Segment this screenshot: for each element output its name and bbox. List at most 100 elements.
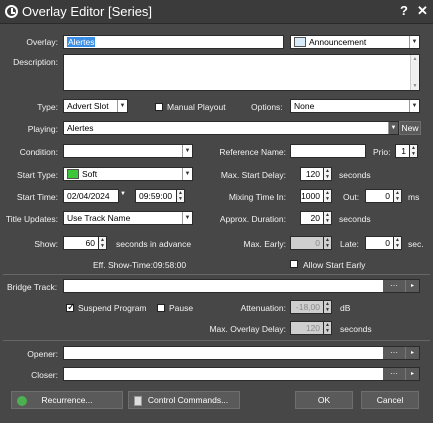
category-color-swatch bbox=[294, 37, 306, 47]
playing-label: Playing: bbox=[27, 124, 58, 134]
start-time-input[interactable]: 09:59:00 bbox=[135, 189, 177, 203]
control-commands-button-label: Control Commands... bbox=[147, 395, 229, 405]
attenuation-input[interactable]: -18,00 bbox=[290, 300, 324, 314]
attenuation-unit: dB bbox=[340, 303, 351, 313]
control-commands-button[interactable]: Control Commands... bbox=[128, 391, 240, 409]
prio-spinner[interactable]: ▲ ▼ bbox=[410, 144, 418, 158]
mixing-time-in-spinner[interactable]: ▲ ▼ bbox=[324, 189, 332, 203]
close-button[interactable]: ✕ bbox=[417, 3, 428, 19]
mixing-time-in-input[interactable]: 1000 bbox=[300, 189, 324, 203]
pause-checkbox[interactable] bbox=[157, 304, 165, 312]
show-suffix: seconds in advance bbox=[116, 239, 192, 249]
condition-label: Condition: bbox=[19, 147, 58, 157]
type-value: Advert Slot bbox=[67, 101, 109, 111]
max-early-label: Max. Early: bbox=[243, 239, 286, 249]
document-icon bbox=[134, 396, 142, 406]
play-arrow-icon[interactable]: ▸ bbox=[405, 280, 419, 292]
condition-select[interactable]: ▼ bbox=[63, 144, 193, 158]
play-arrow-icon[interactable]: ▸ bbox=[405, 347, 419, 359]
reference-name-label: Reference Name: bbox=[219, 147, 286, 157]
options-select[interactable]: None ▼ bbox=[290, 99, 420, 113]
divider bbox=[3, 340, 430, 341]
late-input[interactable]: 0 bbox=[365, 236, 394, 250]
mixing-out-label: Out: bbox=[343, 192, 360, 202]
approx-duration-spinner[interactable]: ▲ ▼ bbox=[324, 211, 332, 225]
show-spinner[interactable]: ▲ ▼ bbox=[99, 236, 107, 250]
recurrence-button[interactable]: Recurrence... bbox=[11, 391, 123, 409]
late-spinner[interactable]: ▲ ▼ bbox=[394, 236, 402, 250]
chevron-down-icon: ▼ bbox=[117, 100, 127, 112]
suspend-program-checkbox[interactable] bbox=[66, 302, 75, 313]
playing-value: Alertes bbox=[67, 123, 94, 133]
attenuation-label: Attenuation: bbox=[240, 303, 286, 313]
max-overlay-delay-input[interactable]: 120 bbox=[290, 321, 324, 335]
overlay-editor-window: Overlay Editor [Series] ? ✕ Overlay: Ale… bbox=[0, 0, 433, 423]
description-scrollbar[interactable]: ▲ ▼ bbox=[410, 55, 419, 90]
opener-input[interactable]: ··· ▸ bbox=[63, 346, 420, 360]
cancel-button[interactable]: Cancel bbox=[361, 391, 419, 409]
suspend-program-label: Suspend Program bbox=[78, 303, 147, 313]
start-type-label: Start Type: bbox=[17, 170, 58, 180]
show-input[interactable]: 60 bbox=[63, 236, 99, 250]
allow-start-early-checkbox[interactable] bbox=[290, 260, 298, 268]
max-overlay-delay-spinner[interactable]: ▲ ▼ bbox=[324, 321, 332, 335]
clock-icon bbox=[5, 5, 18, 18]
help-button[interactable]: ? bbox=[400, 3, 408, 18]
prio-input[interactable]: 1 bbox=[395, 144, 410, 158]
allow-start-early-label: Allow Start Early bbox=[303, 260, 366, 270]
title-updates-select[interactable]: Use Track Name ▼ bbox=[63, 211, 193, 225]
play-arrow-icon[interactable]: ▸ bbox=[405, 368, 419, 380]
opener-label: Opener: bbox=[27, 349, 58, 359]
max-start-delay-input[interactable]: 120 bbox=[300, 167, 324, 181]
date-picker-icon[interactable]: ▼ bbox=[120, 191, 126, 197]
title-updates-value: Use Track Name bbox=[67, 213, 131, 223]
overlay-name-input[interactable]: Alertes bbox=[63, 35, 284, 49]
start-type-color-swatch bbox=[67, 169, 79, 179]
start-time-spinner[interactable]: ▲ ▼ bbox=[177, 189, 185, 203]
title-bar: Overlay Editor [Series] ? ✕ bbox=[0, 0, 433, 24]
chevron-down-icon: ▼ bbox=[409, 36, 419, 48]
start-type-value: Soft bbox=[82, 169, 98, 179]
bridge-track-label: Bridge Track: bbox=[7, 282, 58, 292]
mixing-out-input[interactable]: 0 bbox=[365, 189, 394, 203]
approx-duration-input[interactable]: 20 bbox=[300, 211, 324, 225]
pause-label: Pause bbox=[169, 303, 194, 313]
browse-ellipsis-icon[interactable]: ··· bbox=[383, 280, 405, 292]
browse-ellipsis-icon[interactable]: ··· bbox=[383, 347, 405, 359]
description-label: Description: bbox=[13, 57, 58, 67]
eff-show-time-value: 09:58:00 bbox=[153, 260, 187, 270]
start-date-input[interactable]: 02/04/2024 bbox=[63, 189, 119, 203]
type-select[interactable]: Advert Slot ▼ bbox=[63, 99, 128, 113]
max-start-delay-spinner[interactable]: ▲ ▼ bbox=[324, 167, 332, 181]
overlay-category-value: Announcement bbox=[309, 37, 367, 47]
new-playing-button[interactable]: New bbox=[399, 121, 421, 135]
max-start-delay-label: Max. Start Delay: bbox=[220, 170, 286, 180]
max-overlay-delay-unit: seconds bbox=[340, 324, 372, 334]
overlay-category-select[interactable]: Announcement ▼ bbox=[290, 35, 420, 49]
max-overlay-delay-label: Max. Overlay Delay: bbox=[209, 324, 286, 334]
max-early-spinner[interactable]: ▲ ▼ bbox=[324, 236, 332, 250]
max-early-input[interactable]: 0 bbox=[290, 236, 324, 250]
start-type-select[interactable]: Soft ▼ bbox=[63, 167, 193, 181]
manual-playout-label: Manual Playout bbox=[167, 102, 226, 112]
reference-name-input[interactable] bbox=[290, 144, 366, 158]
playing-select[interactable]: Alertes ▼ bbox=[63, 121, 399, 135]
browse-ellipsis-icon[interactable]: ··· bbox=[383, 368, 405, 380]
closer-input[interactable]: ··· ▸ bbox=[63, 367, 420, 381]
title-updates-label: Title Updates: bbox=[5, 214, 58, 224]
window-title: Overlay Editor [Series] bbox=[22, 4, 153, 19]
bridge-track-input[interactable]: ··· ▸ bbox=[63, 279, 420, 293]
attenuation-spinner[interactable]: ▲ ▼ bbox=[324, 300, 332, 314]
late-unit: sec. bbox=[408, 239, 424, 249]
ok-button[interactable]: OK bbox=[295, 391, 353, 409]
mixing-out-spinner[interactable]: ▲ ▼ bbox=[394, 189, 402, 203]
overlay-label: Overlay: bbox=[26, 37, 58, 47]
manual-playout-checkbox[interactable] bbox=[155, 103, 163, 111]
description-textarea[interactable]: ▲ ▼ bbox=[63, 54, 420, 91]
options-value: None bbox=[294, 101, 315, 111]
approx-duration-label: Approx. Duration: bbox=[219, 214, 286, 224]
eff-show-time-label: Eff. Show-Time: bbox=[93, 260, 153, 270]
mixing-unit: ms bbox=[408, 192, 420, 202]
closer-label: Closer: bbox=[31, 370, 58, 380]
type-label: Type: bbox=[37, 102, 58, 112]
